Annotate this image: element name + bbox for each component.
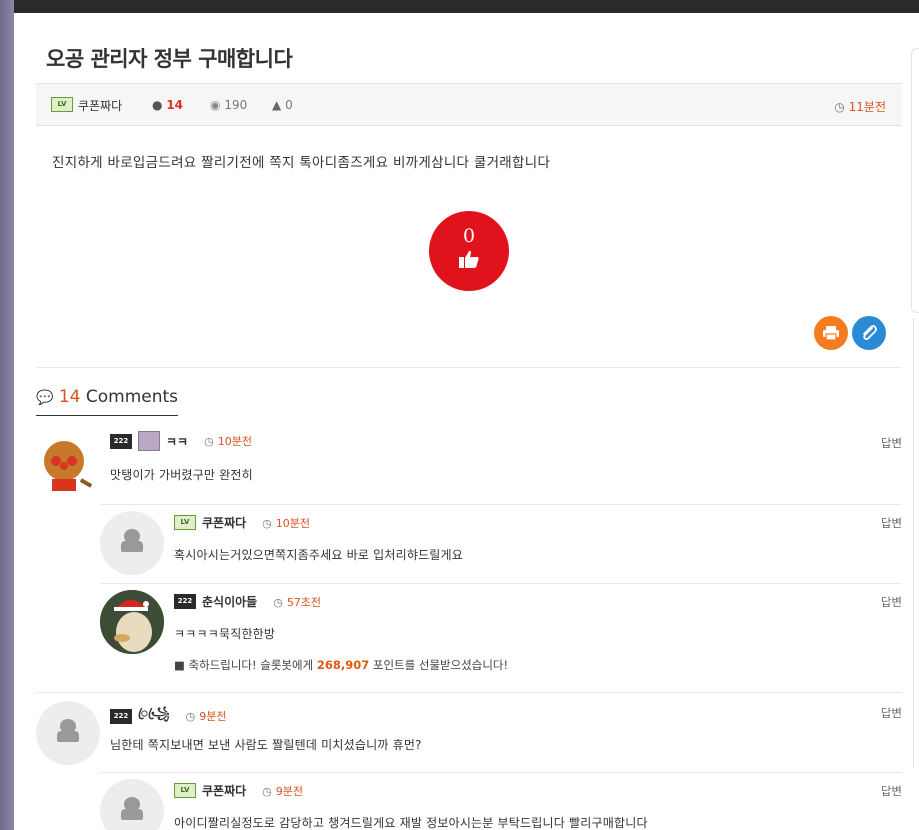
level-icon: LV bbox=[174, 783, 196, 798]
comment-text: 맛탱이가 가버렸구만 완전히 bbox=[110, 468, 253, 482]
comment-item: 222 ㅋㅋ ◷ 10분전 답변 맛탱이가 가버렸구만 완전히 bbox=[36, 431, 902, 503]
comment-meta: LV 쿠폰짜다 ◷ 9분전 bbox=[174, 782, 303, 799]
comment-time: ◷ 9분전 bbox=[262, 783, 303, 799]
post-content: 진지하게 바로입금드려요 짤리기전에 쪽지 톡아디좀즈게요 비까게삼니다 쿨거래… bbox=[52, 155, 551, 171]
comment-divider bbox=[100, 772, 902, 773]
level-icon: LV bbox=[174, 515, 196, 530]
level-icon: 222 bbox=[174, 594, 196, 609]
comment-divider bbox=[36, 692, 902, 693]
comment-text: 아이디짤리실정도로 감당하고 챙겨드릴게요 재발 정보아시는분 부탁드립니다 빨… bbox=[174, 816, 648, 830]
likes-stat: ▲ 0 bbox=[272, 98, 293, 112]
comment-meta: 222 춘식이아들 ◷ 57초전 bbox=[174, 593, 321, 610]
post-page: 오공 관리자 정부 구매합니다 LV 쿠폰짜다 ● 14 ◉ 190 ▲ 0 ◷… bbox=[14, 13, 919, 830]
comment-meta: LV 쿠폰짜다 ◷ 10분전 bbox=[174, 514, 310, 531]
gift-prefix: 축하드립니다! 슬롯봇에게 bbox=[188, 658, 314, 672]
clock-icon: ◷ bbox=[273, 595, 283, 609]
thumbs-up-icon bbox=[459, 250, 479, 268]
comment-count-stat: ● 14 bbox=[152, 98, 183, 112]
gift-points: 268,907 bbox=[316, 658, 370, 672]
views-count: 190 bbox=[224, 98, 248, 112]
comments-header: 💬 14 Comments bbox=[36, 387, 179, 416]
avatar bbox=[36, 701, 100, 765]
comment-divider bbox=[100, 583, 902, 584]
eye-icon: ◉ bbox=[210, 98, 221, 112]
comment-author[interactable]: 춘식이아들 bbox=[202, 593, 257, 610]
clock-icon: ◷ bbox=[262, 516, 272, 530]
reply-button[interactable]: 답변 bbox=[881, 783, 902, 799]
reply-item: 222 춘식이아들 ◷ 57초전 답변 ㅋㅋㅋㅋ묵직한한방 ■ 축하드립니다! 슬… bbox=[100, 590, 902, 690]
comment-time: ◷ 9분전 bbox=[186, 708, 227, 724]
views-stat: ◉ 190 bbox=[210, 98, 247, 112]
comment-time-text: 9분전 bbox=[199, 710, 227, 723]
comment-item: 222 ꦿ꧁ꦿ ◷ 9분전 답변 님한테 쪽지보내면 보낸 사람도 짤릴텐데 미치… bbox=[36, 701, 902, 773]
comment-author[interactable]: 쿠폰짜다 bbox=[202, 514, 246, 531]
comment-text: ㅋㅋㅋㅋ묵직한한방 bbox=[174, 627, 276, 641]
attach-button[interactable] bbox=[852, 316, 886, 350]
like-button-count: 0 bbox=[462, 225, 476, 247]
user-pic-icon bbox=[138, 431, 160, 451]
print-icon bbox=[823, 326, 839, 341]
side-panel-edge bbox=[911, 48, 919, 313]
author-level-icon: LV bbox=[51, 97, 73, 112]
comment-author[interactable]: 쿠폰짜다 bbox=[202, 782, 246, 799]
level-icon: 222 bbox=[110, 708, 132, 724]
reply-button[interactable]: 답변 bbox=[881, 705, 902, 721]
comment-author[interactable]: ㅋㅋ bbox=[166, 433, 188, 450]
character-avatar-icon bbox=[44, 441, 93, 491]
post-time: ◷ 11분전 bbox=[834, 98, 886, 115]
comment-time: ◷ 57초전 bbox=[273, 594, 321, 610]
avatar bbox=[36, 433, 100, 497]
clock-icon: ◷ bbox=[262, 784, 272, 798]
duck-avatar-icon bbox=[100, 590, 164, 654]
comments-count: 14 bbox=[58, 387, 81, 407]
reply-item: LV 쿠폰짜다 ◷ 9분전 답변 아이디짤리실정도로 감당하고 챙겨드릴게요 재발… bbox=[100, 779, 902, 830]
level-icon: 222 bbox=[110, 433, 132, 449]
comment-meta: 222 ꦿ꧁ꦿ ◷ 9분전 bbox=[110, 704, 226, 728]
comment-time-text: 10분전 bbox=[217, 435, 252, 448]
comment-time-text: 10분전 bbox=[275, 516, 311, 530]
comment-text: 님한테 쪽지보내면 보낸 사람도 짤릴텐데 미치셨습니까 휴먼? bbox=[110, 738, 422, 752]
section-divider bbox=[36, 367, 902, 368]
comment-time: ◷ 10분전 bbox=[204, 433, 252, 449]
likes-count: 0 bbox=[285, 98, 293, 112]
clock-icon: ◷ bbox=[185, 710, 196, 723]
thumbs-up-icon: ▲ bbox=[272, 98, 282, 112]
comment-count: 14 bbox=[166, 98, 184, 112]
reply-item: LV 쿠폰짜다 ◷ 10분전 답변 혹시아시는거있으면쪽지좀주세요 바로 입처리햐… bbox=[100, 511, 902, 583]
reply-button[interactable]: 답변 bbox=[881, 515, 902, 531]
comment-meta: 222 ㅋㅋ ◷ 10분전 bbox=[110, 431, 252, 451]
avatar bbox=[100, 590, 164, 654]
side-panel-edge-lower bbox=[913, 318, 919, 768]
print-button[interactable] bbox=[814, 316, 848, 350]
reply-button[interactable]: 답변 bbox=[881, 435, 902, 451]
comment-icon: ● bbox=[152, 98, 163, 112]
post-time-text: 11분전 bbox=[848, 100, 886, 114]
window-left-edge bbox=[0, 0, 14, 830]
speech-bubble-icon: 💬 bbox=[36, 390, 54, 406]
reply-button[interactable]: 답변 bbox=[881, 594, 902, 610]
post-title: 오공 관리자 정부 구매합니다 bbox=[46, 47, 293, 71]
top-bar bbox=[14, 0, 919, 13]
post-author[interactable]: 쿠폰짜다 bbox=[78, 97, 122, 114]
clock-icon: ◷ bbox=[204, 435, 214, 448]
comment-time: ◷ 10분전 bbox=[262, 515, 310, 531]
comment-text: 혹시아시는거있으면쪽지좀주세요 바로 입처리햐드릴게요 bbox=[174, 548, 464, 562]
post-info-bar: LV 쿠폰짜다 ● 14 ◉ 190 ▲ 0 ◷ 11분전 bbox=[36, 83, 902, 126]
gift-suffix: 포인트를 선물받으셨습니다! bbox=[372, 658, 509, 672]
gift-notice: ■ 축하드립니다! 슬롯봇에게 268,907 포인트를 선물받으셨습니다! bbox=[174, 657, 508, 673]
like-button[interactable]: 0 bbox=[429, 211, 509, 291]
comment-divider bbox=[100, 504, 902, 505]
comments-label: Comments bbox=[85, 387, 179, 407]
paperclip-icon bbox=[863, 325, 877, 341]
comment-time-text: 9분전 bbox=[275, 784, 304, 798]
comment-time-text: 57초전 bbox=[286, 595, 322, 609]
comment-author[interactable]: ꦿ꧁ꦿ bbox=[138, 704, 170, 728]
gift-icon: ■ bbox=[174, 658, 185, 672]
avatar bbox=[100, 511, 164, 575]
clock-icon: ◷ bbox=[834, 100, 845, 114]
avatar bbox=[100, 779, 164, 830]
